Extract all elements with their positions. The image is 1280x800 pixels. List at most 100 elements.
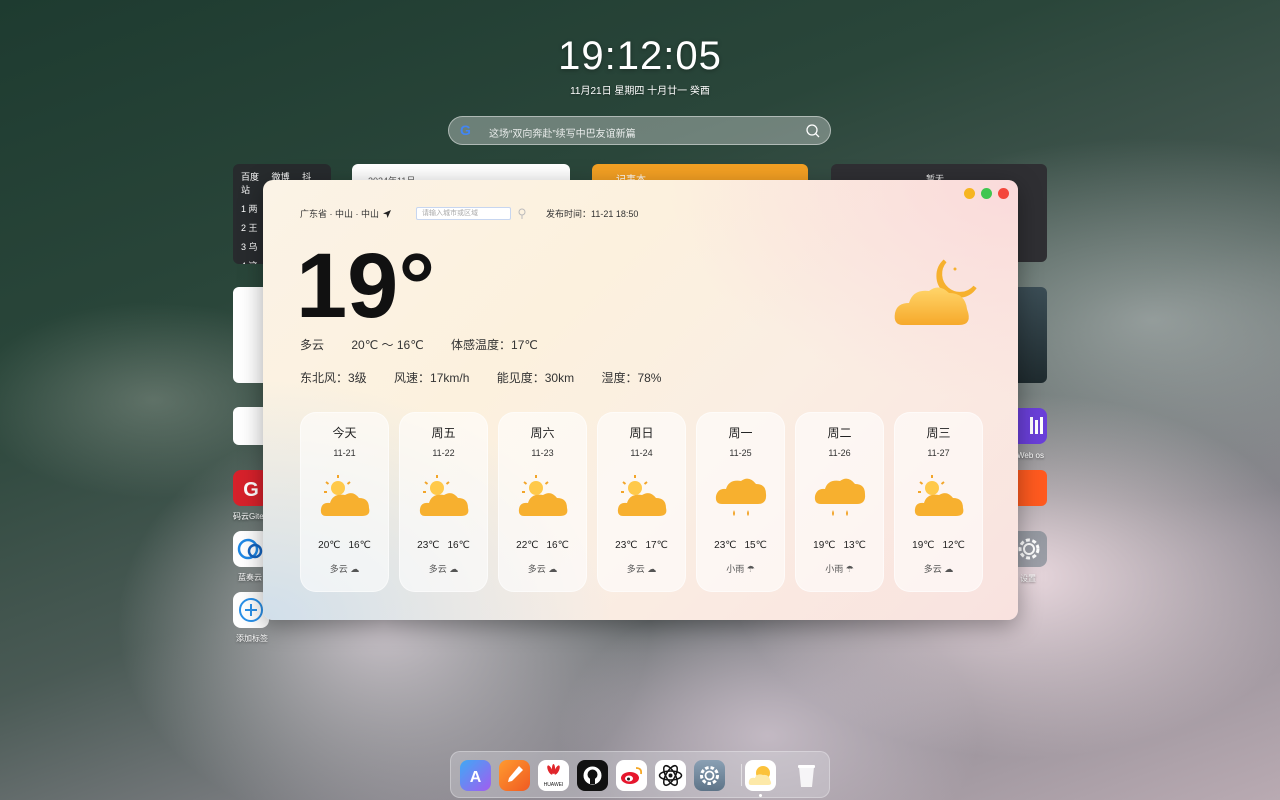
forecast-temps: 23℃ 16℃: [399, 540, 488, 551]
dock: A HUAWEI: [450, 751, 830, 798]
app-store-icon[interactable]: A: [460, 760, 491, 791]
forecast-day: 周六: [530, 426, 555, 440]
locate-icon[interactable]: [382, 209, 392, 219]
publish-time: 发布时间：11-21 18:50: [546, 209, 639, 219]
forecast-condition: 多云 ☁: [498, 562, 587, 575]
current-temperature: 19°: [296, 235, 436, 337]
huawei-icon[interactable]: HUAWEI: [538, 760, 569, 791]
location-text: 广东省 · 中山 · 中山: [300, 209, 379, 219]
forecast-date: 11-27: [927, 448, 950, 458]
forecast-card[interactable]: 周五 11-22 23℃ 16℃ 多云 ☁: [399, 412, 488, 592]
forecast-condition: 多云 ☁: [399, 562, 488, 575]
dock-separator: [741, 764, 742, 786]
minimize-button[interactable]: [964, 188, 975, 199]
humidity: 湿度：78%: [601, 371, 662, 385]
weather-window[interactable]: 广东省 · 中山 · 中山 请输入城市或区域 发布时间：11-21 18:50 …: [263, 180, 1018, 620]
search-input[interactable]: 这场“双向奔赴”续写中巴友谊新篇: [489, 125, 636, 140]
forecast-day: 周日: [629, 426, 654, 440]
forecast-high: 22℃: [516, 540, 539, 551]
forecast-high: 19℃: [813, 540, 836, 551]
forecast-low: 15℃: [744, 540, 767, 551]
forecast-condition-text: 小雨: [825, 564, 844, 574]
forecast-condition-text: 多云: [329, 564, 348, 574]
huawei-label: HUAWEI: [544, 782, 564, 788]
sun-cloud-icon: [914, 475, 964, 516]
paint-brush-icon[interactable]: [499, 760, 530, 791]
forecast-condition-text: 小雨: [726, 564, 745, 574]
react-icon[interactable]: [655, 760, 686, 791]
search-bar[interactable]: G 这场“双向奔赴”续写中巴友谊新篇: [448, 116, 831, 145]
forecast-high: 23℃: [615, 540, 638, 551]
forecast-date: 11-24: [630, 448, 653, 458]
forecast-condition: 小雨 ☂: [795, 562, 884, 575]
weather-stats-row1: 多云 20℃ ～ 16℃ 体感温度：17℃: [300, 336, 562, 353]
forecast-card[interactable]: 周二 11-26 19℃ 13℃ 小雨 ☂: [795, 412, 884, 592]
sun-cloud-icon: [518, 475, 568, 516]
wind-speed: 风速：17km/h: [394, 371, 470, 385]
small-cloud-icon: ☁: [350, 564, 360, 574]
forecast-temps: 19℃ 13℃: [795, 540, 884, 551]
city-search-input[interactable]: 请输入城市或区域: [416, 207, 511, 220]
tab-baidu[interactable]: 百度: [241, 172, 259, 182]
forecast-low: 13℃: [843, 540, 866, 551]
rain-cloud-icon: [715, 478, 767, 516]
forecast-high: 23℃: [714, 540, 737, 551]
small-rain-icon: ☂: [746, 564, 755, 574]
forecast-condition-text: 多云: [923, 564, 942, 574]
cloud-app-label: 蓝奏云: [238, 573, 262, 582]
pin-icon[interactable]: [517, 208, 527, 220]
weather-icon[interactable]: [745, 760, 776, 791]
forecast-temps: 19℃ 12℃: [894, 540, 983, 551]
maximize-button[interactable]: [981, 188, 992, 199]
forecast-day: 周五: [431, 426, 456, 440]
forecast-card[interactable]: 周一 11-25 23℃ 15℃ 小雨 ☂: [696, 412, 785, 592]
feels-like: 体感温度：17℃: [451, 338, 538, 352]
forecast-low: 17℃: [645, 540, 668, 551]
condition-text: 多云: [300, 338, 325, 352]
location-bar: 广东省 · 中山 · 中山 请输入城市或区域: [300, 207, 527, 220]
clock-time: 19:12:05: [558, 34, 722, 78]
trash-icon[interactable]: [791, 760, 822, 791]
forecast-day: 周三: [926, 426, 951, 440]
forecast-low: 12℃: [942, 540, 965, 551]
small-cloud-icon: ☁: [944, 564, 954, 574]
search-icon[interactable]: [805, 123, 821, 139]
forecast-low: 16℃: [546, 540, 569, 551]
forecast-condition: 小雨 ☂: [696, 562, 785, 575]
github-icon[interactable]: [577, 760, 608, 791]
svg-text:G: G: [243, 479, 259, 501]
forecast-low: 16℃: [348, 540, 371, 551]
forecast-day: 今天: [332, 426, 357, 440]
forecast-high: 23℃: [417, 540, 440, 551]
close-button[interactable]: [998, 188, 1009, 199]
forecast-low: 16℃: [447, 540, 470, 551]
forecast-card[interactable]: 周日 11-24 23℃ 17℃ 多云 ☁: [597, 412, 686, 592]
cloud-moon-icon: [894, 259, 977, 325]
small-cloud-icon: ☁: [548, 564, 558, 574]
forecast-condition-text: 多云: [527, 564, 546, 574]
forecast-condition: 多云 ☁: [300, 562, 389, 575]
weather-stats-row2: 东北风：3级 风速：17km/h 能见度：30km 湿度：78%: [300, 369, 685, 386]
small-rain-icon: ☂: [845, 564, 854, 574]
forecast-temps: 23℃ 15℃: [696, 540, 785, 551]
forecast-date: 11-21: [333, 448, 356, 458]
forecast-high: 20℃: [318, 540, 341, 551]
forecast-condition: 多云 ☁: [894, 562, 983, 575]
settings-gear-icon[interactable]: [694, 760, 725, 791]
sun-cloud-icon: [617, 475, 667, 516]
add-tag-label: 添加标签: [236, 634, 268, 643]
visibility: 能见度：30km: [496, 371, 575, 385]
svg-text:A: A: [470, 769, 482, 786]
weibo-icon[interactable]: [616, 760, 647, 791]
google-icon[interactable]: G: [458, 123, 473, 138]
forecast-card[interactable]: 今天 11-21 20℃ 16℃ 多云 ☁: [300, 412, 389, 592]
active-indicator: [759, 794, 762, 797]
temp-range: 20℃ ～ 16℃: [351, 338, 424, 352]
forecast-card[interactable]: 周六 11-23 22℃ 16℃ 多云 ☁: [498, 412, 587, 592]
sun-cloud-icon: [320, 475, 370, 516]
forecast-list: 今天 11-21 20℃ 16℃ 多云 ☁ 周五 11-22 23℃ 16℃ 多云 …: [300, 412, 983, 592]
forecast-card[interactable]: 周三 11-27 19℃ 12℃ 多云 ☁: [894, 412, 983, 592]
sun-cloud-icon: [419, 475, 469, 516]
forecast-condition: 多云 ☁: [597, 562, 686, 575]
rain-cloud-icon: [814, 478, 866, 516]
